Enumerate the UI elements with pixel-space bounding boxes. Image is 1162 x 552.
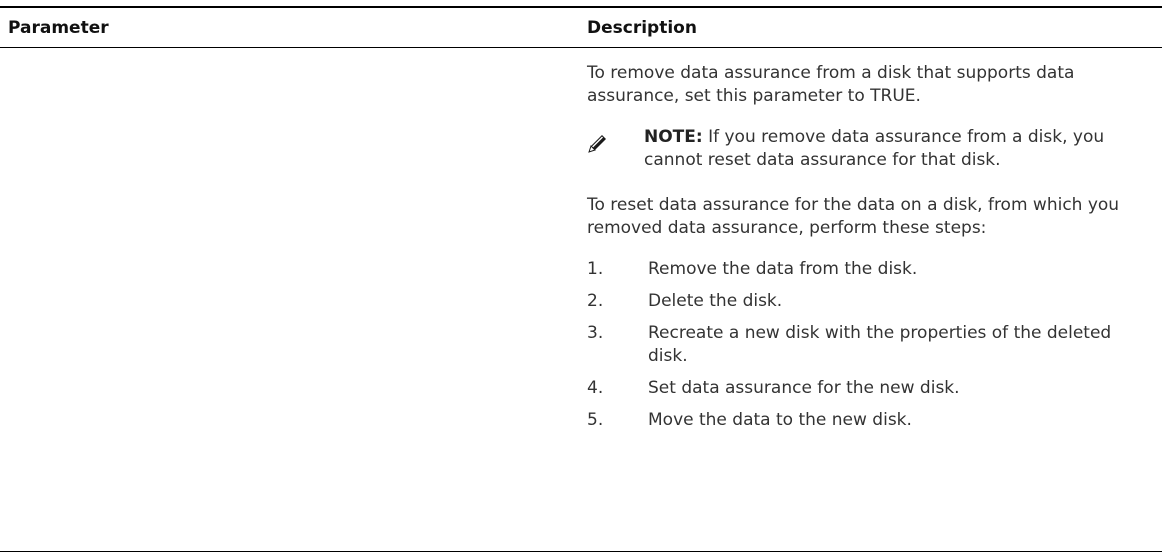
list-item: 2. Delete the disk. [587, 290, 1147, 313]
parameter-column-header: Parameter [8, 18, 109, 38]
description-cell: To remove data assurance from a disk tha… [587, 62, 1147, 441]
list-item: 3. Recreate a new disk with the propertie… [587, 322, 1147, 368]
table-top-rule [0, 6, 1162, 8]
step-text: Remove the data from the disk. [648, 259, 918, 279]
list-item: 4. Set data assurance for the new disk. [587, 377, 1147, 400]
step-number: 1. [587, 259, 604, 279]
step-number: 3. [587, 323, 604, 343]
step-text: Delete the disk. [648, 291, 783, 311]
step-number: 2. [587, 291, 604, 311]
list-item: 5. Move the data to the new disk. [587, 409, 1147, 432]
steps-list: 1. Remove the data from the disk. 2. Delet… [587, 258, 1147, 432]
note-text: If you remove data assurance from a disk… [644, 127, 1105, 170]
step-text: Set data assurance for the new disk. [648, 378, 960, 398]
step-number: 5. [587, 410, 604, 430]
step-text: Move the data to the new disk. [648, 410, 912, 430]
description-column-header: Description [587, 18, 697, 38]
note-block: NOTE: If you remove data assurance from … [587, 126, 1147, 172]
step-text: Recreate a new disk with the properties … [648, 323, 1112, 366]
list-item: 1. Remove the data from the disk. [587, 258, 1147, 281]
intro-paragraph: To remove data assurance from a disk tha… [587, 63, 1075, 106]
reset-intro-paragraph: To reset data assurance for the data on … [587, 195, 1120, 238]
step-number: 4. [587, 378, 604, 398]
header-divider [0, 47, 1162, 48]
note-label: NOTE: [644, 127, 703, 147]
pencil-note-icon [588, 135, 606, 153]
